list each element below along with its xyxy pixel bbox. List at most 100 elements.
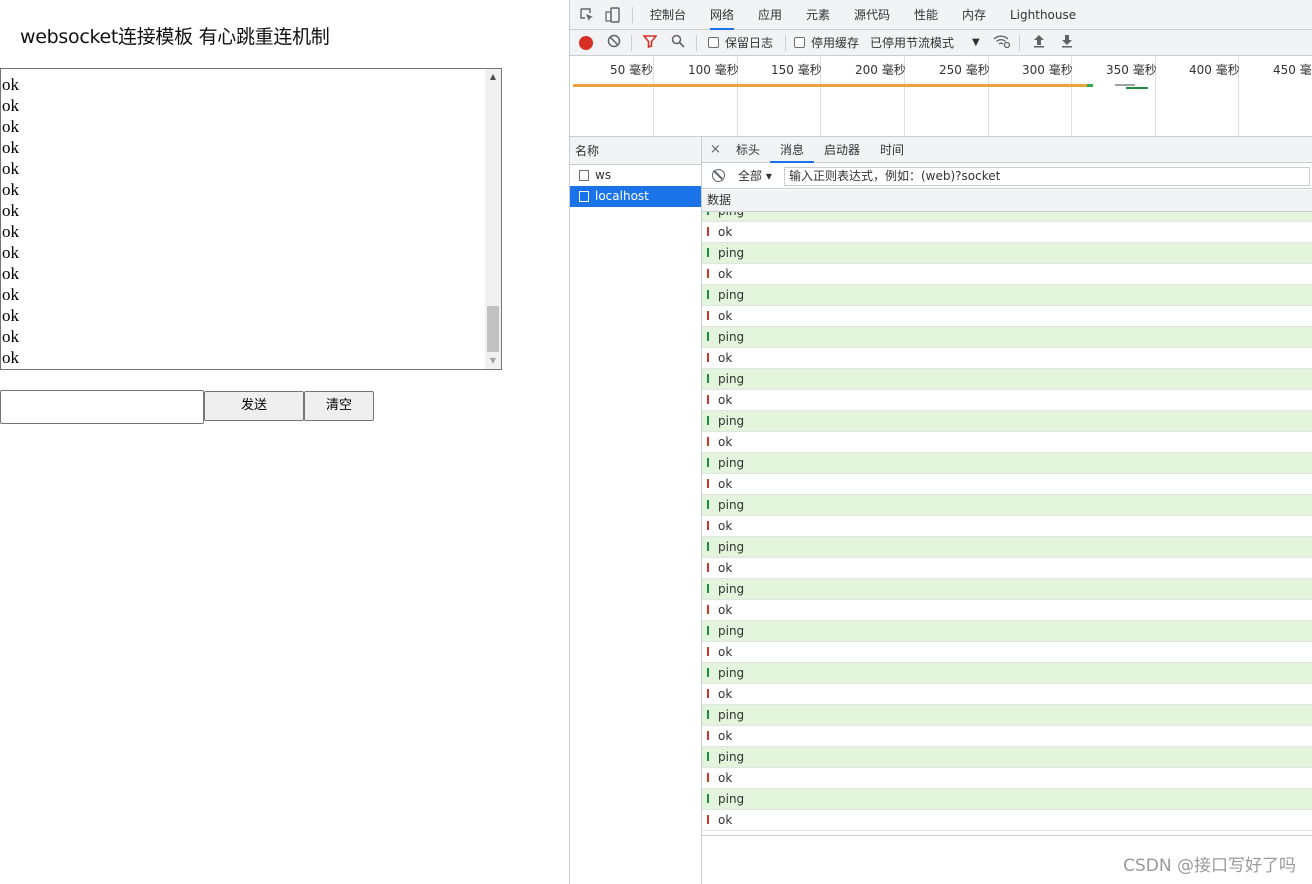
tab-timing[interactable]: 时间 [880, 137, 904, 163]
tab-sources[interactable]: 源代码 [854, 0, 890, 30]
record-icon[interactable] [579, 36, 593, 50]
close-icon[interactable]: × [710, 137, 721, 163]
message-row-received[interactable]: ok [702, 558, 1312, 579]
scroll-up-arrow-icon[interactable]: ▲ [485, 69, 501, 85]
message-input[interactable] [0, 390, 204, 424]
request-list-header[interactable]: 名称 [570, 137, 701, 165]
web-page: websocket连接模板 有心跳重连机制 ok ok ok ok ok ok ok ok ok… [0, 0, 569, 884]
tab-initiator[interactable]: 启动器 [824, 137, 860, 163]
message-row-received[interactable]: ok [702, 390, 1312, 411]
log-scrollbar[interactable]: ▲ ▼ [485, 69, 501, 369]
sent-arrow-icon [707, 668, 709, 677]
log-line: ok [2, 285, 19, 304]
message-row-received[interactable]: ok [702, 684, 1312, 705]
message-text: ping [718, 582, 745, 596]
scroll-thumb[interactable] [487, 306, 499, 352]
network-overview-timeline[interactable]: 50 毫秒 100 毫秒 150 毫秒 200 毫秒 250 毫秒 300 毫秒… [570, 56, 1312, 137]
toolbar-separator [696, 35, 697, 51]
message-row-sent[interactable]: ping [702, 705, 1312, 726]
tab-performance[interactable]: 性能 [914, 0, 938, 30]
message-row-sent[interactable]: ping [702, 621, 1312, 642]
message-row-sent[interactable]: ping [702, 369, 1312, 390]
message-row-received[interactable]: ok [702, 264, 1312, 285]
message-text: ok [718, 477, 733, 491]
message-text: ok [718, 351, 733, 365]
message-text: ping [718, 624, 745, 638]
tab-network[interactable]: 网络 [710, 0, 735, 30]
sent-arrow-icon [707, 500, 709, 509]
page-title: websocket连接模板 有心跳重连机制 [20, 26, 330, 48]
message-row-sent[interactable]: ping [702, 453, 1312, 474]
message-text: ping [718, 372, 745, 386]
message-row-sent[interactable]: ping [702, 243, 1312, 264]
tab-application[interactable]: 应用 [758, 0, 782, 30]
device-toolbar-icon[interactable] [605, 7, 621, 23]
wifi-settings-icon[interactable] [993, 34, 1011, 52]
message-text: ok [718, 393, 733, 407]
filter-icon[interactable] [641, 34, 659, 52]
message-filter-bar: 全部 ▾ 输入正则表达式，例如：(web)?socket [702, 163, 1312, 189]
tab-console[interactable]: 控制台 [650, 0, 686, 30]
clear-button[interactable]: 清空 [304, 391, 374, 421]
message-row-received[interactable]: ok [702, 516, 1312, 537]
inspect-element-icon[interactable] [579, 7, 595, 23]
request-type-icon [579, 191, 589, 202]
clear-messages-icon[interactable] [712, 169, 725, 182]
timeline-label: 250 毫秒 [939, 63, 990, 77]
message-row-received[interactable]: ok [702, 306, 1312, 327]
message-row-received[interactable]: ok [702, 348, 1312, 369]
message-row-received[interactable]: ok [702, 474, 1312, 495]
message-filter-input[interactable]: 输入正则表达式，例如：(web)?socket [784, 167, 1310, 186]
message-row-sent[interactable]: ping [702, 579, 1312, 600]
throttling-select[interactable]: 已停用节流模式 [870, 30, 954, 56]
timeline-request-bar [1115, 84, 1135, 86]
message-row-sent[interactable]: ping [702, 411, 1312, 432]
message-text: ok [718, 813, 733, 827]
message-text: ok [718, 519, 733, 533]
message-row-received[interactable]: ok [702, 768, 1312, 789]
timeline-request-bar [1087, 84, 1093, 87]
message-row-sent[interactable]: ping [702, 537, 1312, 558]
message-row-sent[interactable]: ping [702, 663, 1312, 684]
tab-messages[interactable]: 消息 [770, 137, 815, 163]
download-icon[interactable] [1058, 34, 1076, 52]
preserve-log-checkbox[interactable] [708, 37, 719, 48]
request-row-localhost[interactable]: localhost [570, 186, 701, 207]
message-type-select[interactable]: 全部 ▾ [738, 163, 772, 189]
tab-separator [632, 7, 633, 23]
log-textarea[interactable]: okokokokokokokokokokokokokokok ▲ ▼ [0, 68, 502, 370]
log-lines: okokokokokokokokokokokokokokok [2, 69, 19, 368]
send-button[interactable]: 发送 [204, 391, 304, 421]
tab-elements[interactable]: 元素 [806, 0, 830, 30]
tab-lighthouse[interactable]: Lighthouse [1010, 0, 1076, 30]
data-column-header[interactable]: 数据 [702, 190, 1312, 212]
message-row-sent[interactable]: ping [702, 789, 1312, 810]
upload-icon[interactable] [1030, 34, 1048, 52]
sent-arrow-icon [707, 332, 709, 341]
search-icon[interactable] [669, 34, 687, 52]
preserve-log-label: 保留日志 [725, 36, 774, 50]
message-row-received[interactable]: ok [702, 726, 1312, 747]
message-text: ok [718, 435, 733, 449]
message-row-received[interactable]: ok [702, 810, 1312, 831]
message-row-sent[interactable]: ping [702, 495, 1312, 516]
message-row-sent[interactable]: ping [702, 747, 1312, 768]
disable-cache-checkbox[interactable] [794, 37, 805, 48]
tab-memory[interactable]: 内存 [962, 0, 986, 30]
message-text: ping [718, 498, 745, 512]
message-row-received[interactable]: ok [702, 642, 1312, 663]
tab-headers[interactable]: 标头 [736, 137, 760, 163]
message-text: ok [718, 225, 733, 239]
message-text: ok [718, 309, 733, 323]
clear-icon[interactable] [605, 34, 623, 52]
throttling-dropdown-icon[interactable]: ▼ [972, 30, 980, 56]
received-arrow-icon [707, 269, 709, 278]
log-line: ok [2, 159, 19, 178]
message-row-received[interactable]: ok [702, 600, 1312, 621]
message-row-received[interactable]: ok [702, 222, 1312, 243]
message-row-sent[interactable]: ping [702, 285, 1312, 306]
scroll-down-arrow-icon[interactable]: ▼ [485, 353, 501, 369]
message-row-sent[interactable]: ping [702, 327, 1312, 348]
request-row-ws[interactable]: ws [570, 165, 701, 186]
message-row-received[interactable]: ok [702, 432, 1312, 453]
